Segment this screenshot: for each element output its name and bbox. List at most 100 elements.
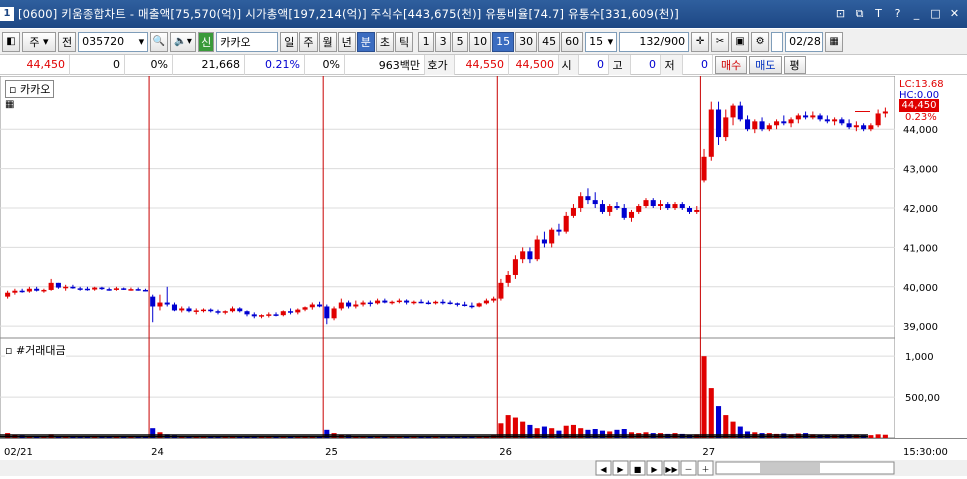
date-field[interactable]: 02/28 — [785, 31, 824, 52]
volume-bar — [868, 435, 874, 438]
candle-body — [55, 282, 61, 288]
candle-body — [142, 289, 148, 292]
candle-body — [425, 302, 431, 305]
restore-icon[interactable]: ⧉ — [853, 7, 866, 20]
price-axis-label: 41,000 — [903, 243, 938, 254]
maximize-icon[interactable]: □ — [929, 7, 942, 20]
panel-toggle-icon[interactable]: ◧ — [2, 31, 20, 52]
scissors-icon[interactable]: ✂ — [711, 31, 730, 52]
period-tab-1[interactable]: 주 — [299, 31, 318, 52]
candle-body — [99, 287, 105, 290]
candle-body — [469, 305, 475, 308]
period-tab-3[interactable]: 년 — [337, 31, 356, 52]
help-icon[interactable]: ? — [891, 7, 904, 20]
minute-tab-3[interactable]: 10 — [469, 31, 492, 52]
pin-icon[interactable]: T — [872, 7, 885, 20]
minute-tab-7[interactable]: 60 — [561, 31, 584, 52]
candle-body — [520, 251, 526, 260]
scroll-control-icon: － — [685, 465, 693, 474]
candle-body — [715, 109, 722, 138]
candle-body — [541, 239, 547, 244]
period-tabs: 일주월년분초틱 — [280, 31, 414, 52]
candle-body — [346, 302, 352, 307]
candle-body — [150, 296, 156, 307]
minute-tab-5[interactable]: 30 — [515, 31, 538, 52]
date-checkbox[interactable] — [771, 31, 784, 52]
period-tab-0[interactable]: 일 — [280, 31, 299, 52]
period-tab-6[interactable]: 틱 — [395, 31, 414, 52]
panel-menu-icon[interactable]: ▦ — [5, 99, 15, 110]
volume-percent: 0.21% — [245, 54, 305, 75]
candle-body — [251, 314, 257, 317]
stock-code-input[interactable]: 035720 ▾ — [78, 31, 149, 52]
interval-select[interactable]: 15 ▾ — [585, 31, 618, 52]
search-icon[interactable]: 🔍 — [150, 31, 169, 52]
candle-body — [396, 300, 402, 303]
candle-body — [643, 200, 649, 207]
minute-tab-1[interactable]: 3 — [435, 31, 452, 52]
candle-body — [766, 125, 772, 130]
candle-body — [375, 300, 381, 304]
calendar-icon[interactable]: ▦ — [825, 31, 844, 52]
bid-price: 44,500 — [509, 54, 559, 75]
candle-body — [621, 208, 627, 218]
candle-body — [382, 300, 388, 303]
candle-body — [832, 119, 838, 122]
close-icon[interactable]: ✕ — [948, 7, 961, 20]
volume-plot-frame — [0, 337, 896, 439]
candle-body — [193, 310, 199, 312]
candle-body — [237, 308, 243, 312]
crosshair-icon[interactable]: ✛ — [691, 31, 710, 52]
candle-body — [418, 301, 424, 304]
high-value: 0 — [631, 54, 661, 75]
market-all-button[interactable]: 전 — [58, 31, 77, 52]
candle-body — [258, 315, 265, 317]
stock-name-field[interactable]: 카카오 — [216, 31, 279, 52]
period-tab-2[interactable]: 월 — [318, 31, 337, 52]
candle-body — [745, 119, 751, 130]
candle-body — [686, 208, 693, 212]
sound-icon[interactable]: 🔈▾ — [170, 31, 197, 52]
candle-body — [491, 298, 497, 301]
current-price: 44,450 — [0, 54, 70, 75]
price-panel-label: ▫ 카카오 — [5, 80, 55, 98]
eval-button[interactable]: 평 — [783, 55, 806, 74]
candle-body — [563, 215, 569, 232]
minute-tab-0[interactable]: 1 — [418, 31, 435, 52]
candle-body — [476, 303, 482, 307]
candle-body — [781, 121, 787, 124]
current-percent-tag: 0.23% — [905, 112, 937, 123]
candle-body — [200, 309, 207, 312]
buy-button[interactable]: 매수 — [715, 55, 748, 74]
count-field[interactable]: 132/900 — [619, 31, 690, 52]
period-tab-4[interactable]: 분 — [356, 31, 375, 52]
minute-tab-4[interactable]: 15 — [492, 31, 515, 52]
candle-body — [882, 111, 888, 114]
candle-body — [113, 288, 119, 290]
candle-body — [186, 308, 192, 312]
minute-tab-2[interactable]: 5 — [452, 31, 469, 52]
period-tab-5[interactable]: 초 — [375, 31, 394, 52]
candle-body — [650, 200, 656, 207]
chart-area[interactable]: 44,000 43,000 42,000 41,000 40,000 39,000 1,00… — [0, 75, 967, 476]
candle-body — [157, 302, 163, 307]
sell-button[interactable]: 매도 — [749, 55, 782, 74]
minimize-icon[interactable]: _ — [910, 7, 923, 20]
candle-body — [411, 301, 417, 304]
candlestick-chart[interactable]: 44,000 43,000 42,000 41,000 40,000 39,000 1,00… — [0, 75, 967, 476]
candle-body — [128, 289, 134, 291]
candle-body — [92, 287, 98, 290]
market-select[interactable]: 주 ▾ — [22, 31, 56, 52]
candle-body — [549, 229, 555, 244]
save-icon[interactable]: ▣ — [731, 31, 750, 52]
link-icon[interactable]: ⊡ — [834, 7, 847, 20]
candle-body — [730, 105, 736, 118]
candle-body — [556, 229, 562, 232]
volume-axis-label: 500,00 — [905, 393, 940, 404]
candle-body — [839, 119, 845, 124]
candle-body — [614, 206, 620, 208]
candle-body — [752, 121, 758, 130]
gear-icon[interactable]: ⚙ — [751, 31, 770, 52]
candle-body — [803, 115, 809, 118]
minute-tab-6[interactable]: 45 — [538, 31, 561, 52]
